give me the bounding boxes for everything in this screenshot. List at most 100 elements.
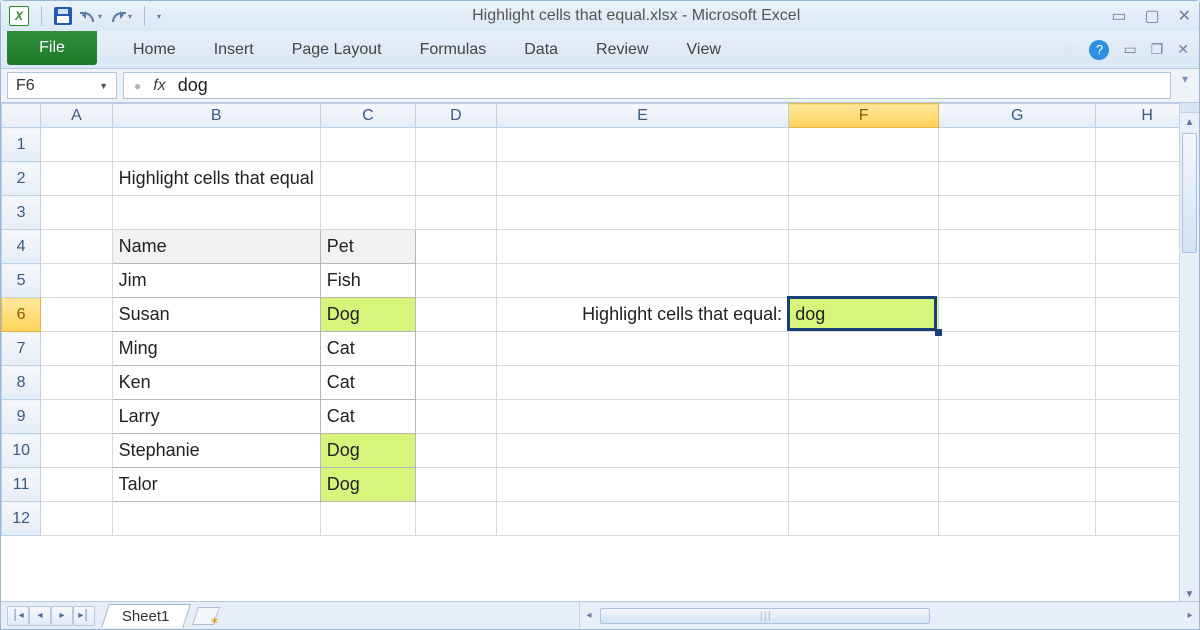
sheet-nav-last[interactable]: ▸│ bbox=[73, 606, 95, 626]
close-button[interactable]: ✕ bbox=[1178, 6, 1191, 26]
cell-F5[interactable] bbox=[789, 264, 939, 298]
column-header-A[interactable]: A bbox=[41, 104, 112, 128]
redo-button[interactable]: ▾ bbox=[110, 9, 132, 23]
cell-E9[interactable] bbox=[496, 400, 788, 434]
cell-B1[interactable] bbox=[112, 128, 320, 162]
excel-app-icon[interactable]: X bbox=[9, 6, 29, 26]
cell-B6[interactable]: Susan bbox=[112, 298, 320, 332]
fx-icon[interactable]: fx bbox=[153, 77, 165, 95]
cell-A9[interactable] bbox=[41, 400, 112, 434]
select-all-corner[interactable] bbox=[2, 104, 41, 128]
cell-F12[interactable] bbox=[789, 502, 939, 536]
cell-E11[interactable] bbox=[496, 468, 788, 502]
cell-G11[interactable] bbox=[938, 468, 1095, 502]
redo-dropdown-icon[interactable]: ▾ bbox=[128, 12, 132, 21]
cell-C2[interactable] bbox=[320, 162, 415, 196]
workbook-close-button[interactable]: ✕ bbox=[1177, 41, 1189, 58]
cell-G12[interactable] bbox=[938, 502, 1095, 536]
cell-G9[interactable] bbox=[938, 400, 1095, 434]
cell-C11[interactable]: Dog bbox=[320, 468, 415, 502]
cell-A2[interactable] bbox=[41, 162, 112, 196]
cell-F11[interactable] bbox=[789, 468, 939, 502]
cell-D8[interactable] bbox=[416, 366, 497, 400]
cell-F8[interactable] bbox=[789, 366, 939, 400]
ribbon-tab-review[interactable]: Review bbox=[596, 41, 648, 59]
cell-C5[interactable]: Fish bbox=[320, 264, 415, 298]
cell-G1[interactable] bbox=[938, 128, 1095, 162]
column-header-B[interactable]: B bbox=[112, 104, 320, 128]
cell-A8[interactable] bbox=[41, 366, 112, 400]
column-header-F[interactable]: F bbox=[789, 104, 939, 128]
column-header-E[interactable]: E bbox=[496, 104, 788, 128]
cell-F9[interactable] bbox=[789, 400, 939, 434]
cell-F3[interactable] bbox=[789, 196, 939, 230]
column-header-C[interactable]: C bbox=[320, 104, 415, 128]
ribbon-tab-data[interactable]: Data bbox=[524, 41, 558, 59]
minimize-button[interactable]: ▭ bbox=[1111, 6, 1126, 26]
cell-B5[interactable]: Jim bbox=[112, 264, 320, 298]
cell-F6[interactable]: dog bbox=[789, 298, 939, 332]
save-icon[interactable] bbox=[54, 7, 72, 25]
cell-D11[interactable] bbox=[416, 468, 497, 502]
row-header-6[interactable]: 6 bbox=[2, 298, 41, 332]
hscroll-track[interactable] bbox=[598, 608, 1181, 624]
cell-D1[interactable] bbox=[416, 128, 497, 162]
file-tab[interactable]: File bbox=[7, 31, 97, 65]
maximize-button[interactable]: ▢ bbox=[1144, 6, 1159, 26]
cell-B11[interactable]: Talor bbox=[112, 468, 320, 502]
row-header-10[interactable]: 10 bbox=[2, 434, 41, 468]
ribbon-tab-insert[interactable]: Insert bbox=[214, 41, 254, 59]
cell-F7[interactable] bbox=[789, 332, 939, 366]
cell-D7[interactable] bbox=[416, 332, 497, 366]
scroll-left-button[interactable]: ◂ bbox=[580, 610, 598, 621]
cell-B8[interactable]: Ken bbox=[112, 366, 320, 400]
cell-B7[interactable]: Ming bbox=[112, 332, 320, 366]
cell-E12[interactable] bbox=[496, 502, 788, 536]
cell-C8[interactable]: Cat bbox=[320, 366, 415, 400]
cell-E7[interactable] bbox=[496, 332, 788, 366]
vscroll-thumb[interactable] bbox=[1182, 133, 1197, 253]
scroll-up-button[interactable]: ▲ bbox=[1180, 113, 1199, 131]
cell-C10[interactable]: Dog bbox=[320, 434, 415, 468]
ribbon-tab-view[interactable]: View bbox=[687, 41, 721, 59]
cell-A6[interactable] bbox=[41, 298, 112, 332]
cell-C7[interactable]: Cat bbox=[320, 332, 415, 366]
cell-A1[interactable] bbox=[41, 128, 112, 162]
cell-D12[interactable] bbox=[416, 502, 497, 536]
hscroll-thumb[interactable] bbox=[600, 608, 930, 624]
cell-B4[interactable]: Name bbox=[112, 230, 320, 264]
name-box[interactable]: F6 ▼ bbox=[7, 72, 117, 99]
row-header-1[interactable]: 1 bbox=[2, 128, 41, 162]
cell-D4[interactable] bbox=[416, 230, 497, 264]
cell-G2[interactable] bbox=[938, 162, 1095, 196]
cell-D5[interactable] bbox=[416, 264, 497, 298]
cell-A3[interactable] bbox=[41, 196, 112, 230]
cell-F4[interactable] bbox=[789, 230, 939, 264]
workbook-minimize-button[interactable]: ▭ bbox=[1123, 41, 1136, 58]
row-header-12[interactable]: 12 bbox=[2, 502, 41, 536]
cell-A5[interactable] bbox=[41, 264, 112, 298]
cell-C1[interactable] bbox=[320, 128, 415, 162]
cell-A10[interactable] bbox=[41, 434, 112, 468]
ribbon-minimize-hint-icon[interactable]: ♡ bbox=[1063, 41, 1076, 58]
row-header-2[interactable]: 2 bbox=[2, 162, 41, 196]
cell-E1[interactable] bbox=[496, 128, 788, 162]
cell-G4[interactable] bbox=[938, 230, 1095, 264]
cell-F10[interactable] bbox=[789, 434, 939, 468]
cell-C12[interactable] bbox=[320, 502, 415, 536]
cell-E4[interactable] bbox=[496, 230, 788, 264]
ribbon-tab-page-layout[interactable]: Page Layout bbox=[292, 41, 382, 59]
cell-E8[interactable] bbox=[496, 366, 788, 400]
sheet-nav-next[interactable]: ▸ bbox=[51, 606, 73, 626]
cell-G7[interactable] bbox=[938, 332, 1095, 366]
cell-E3[interactable] bbox=[496, 196, 788, 230]
scroll-right-button[interactable]: ▸ bbox=[1181, 610, 1199, 621]
cell-C3[interactable] bbox=[320, 196, 415, 230]
cell-D3[interactable] bbox=[416, 196, 497, 230]
cell-A4[interactable] bbox=[41, 230, 112, 264]
cell-C4[interactable]: Pet bbox=[320, 230, 415, 264]
row-header-7[interactable]: 7 bbox=[2, 332, 41, 366]
cell-E6[interactable]: Highlight cells that equal: bbox=[496, 298, 788, 332]
sheet-tab-active[interactable]: Sheet1 bbox=[101, 604, 190, 628]
column-header-D[interactable]: D bbox=[416, 104, 497, 128]
